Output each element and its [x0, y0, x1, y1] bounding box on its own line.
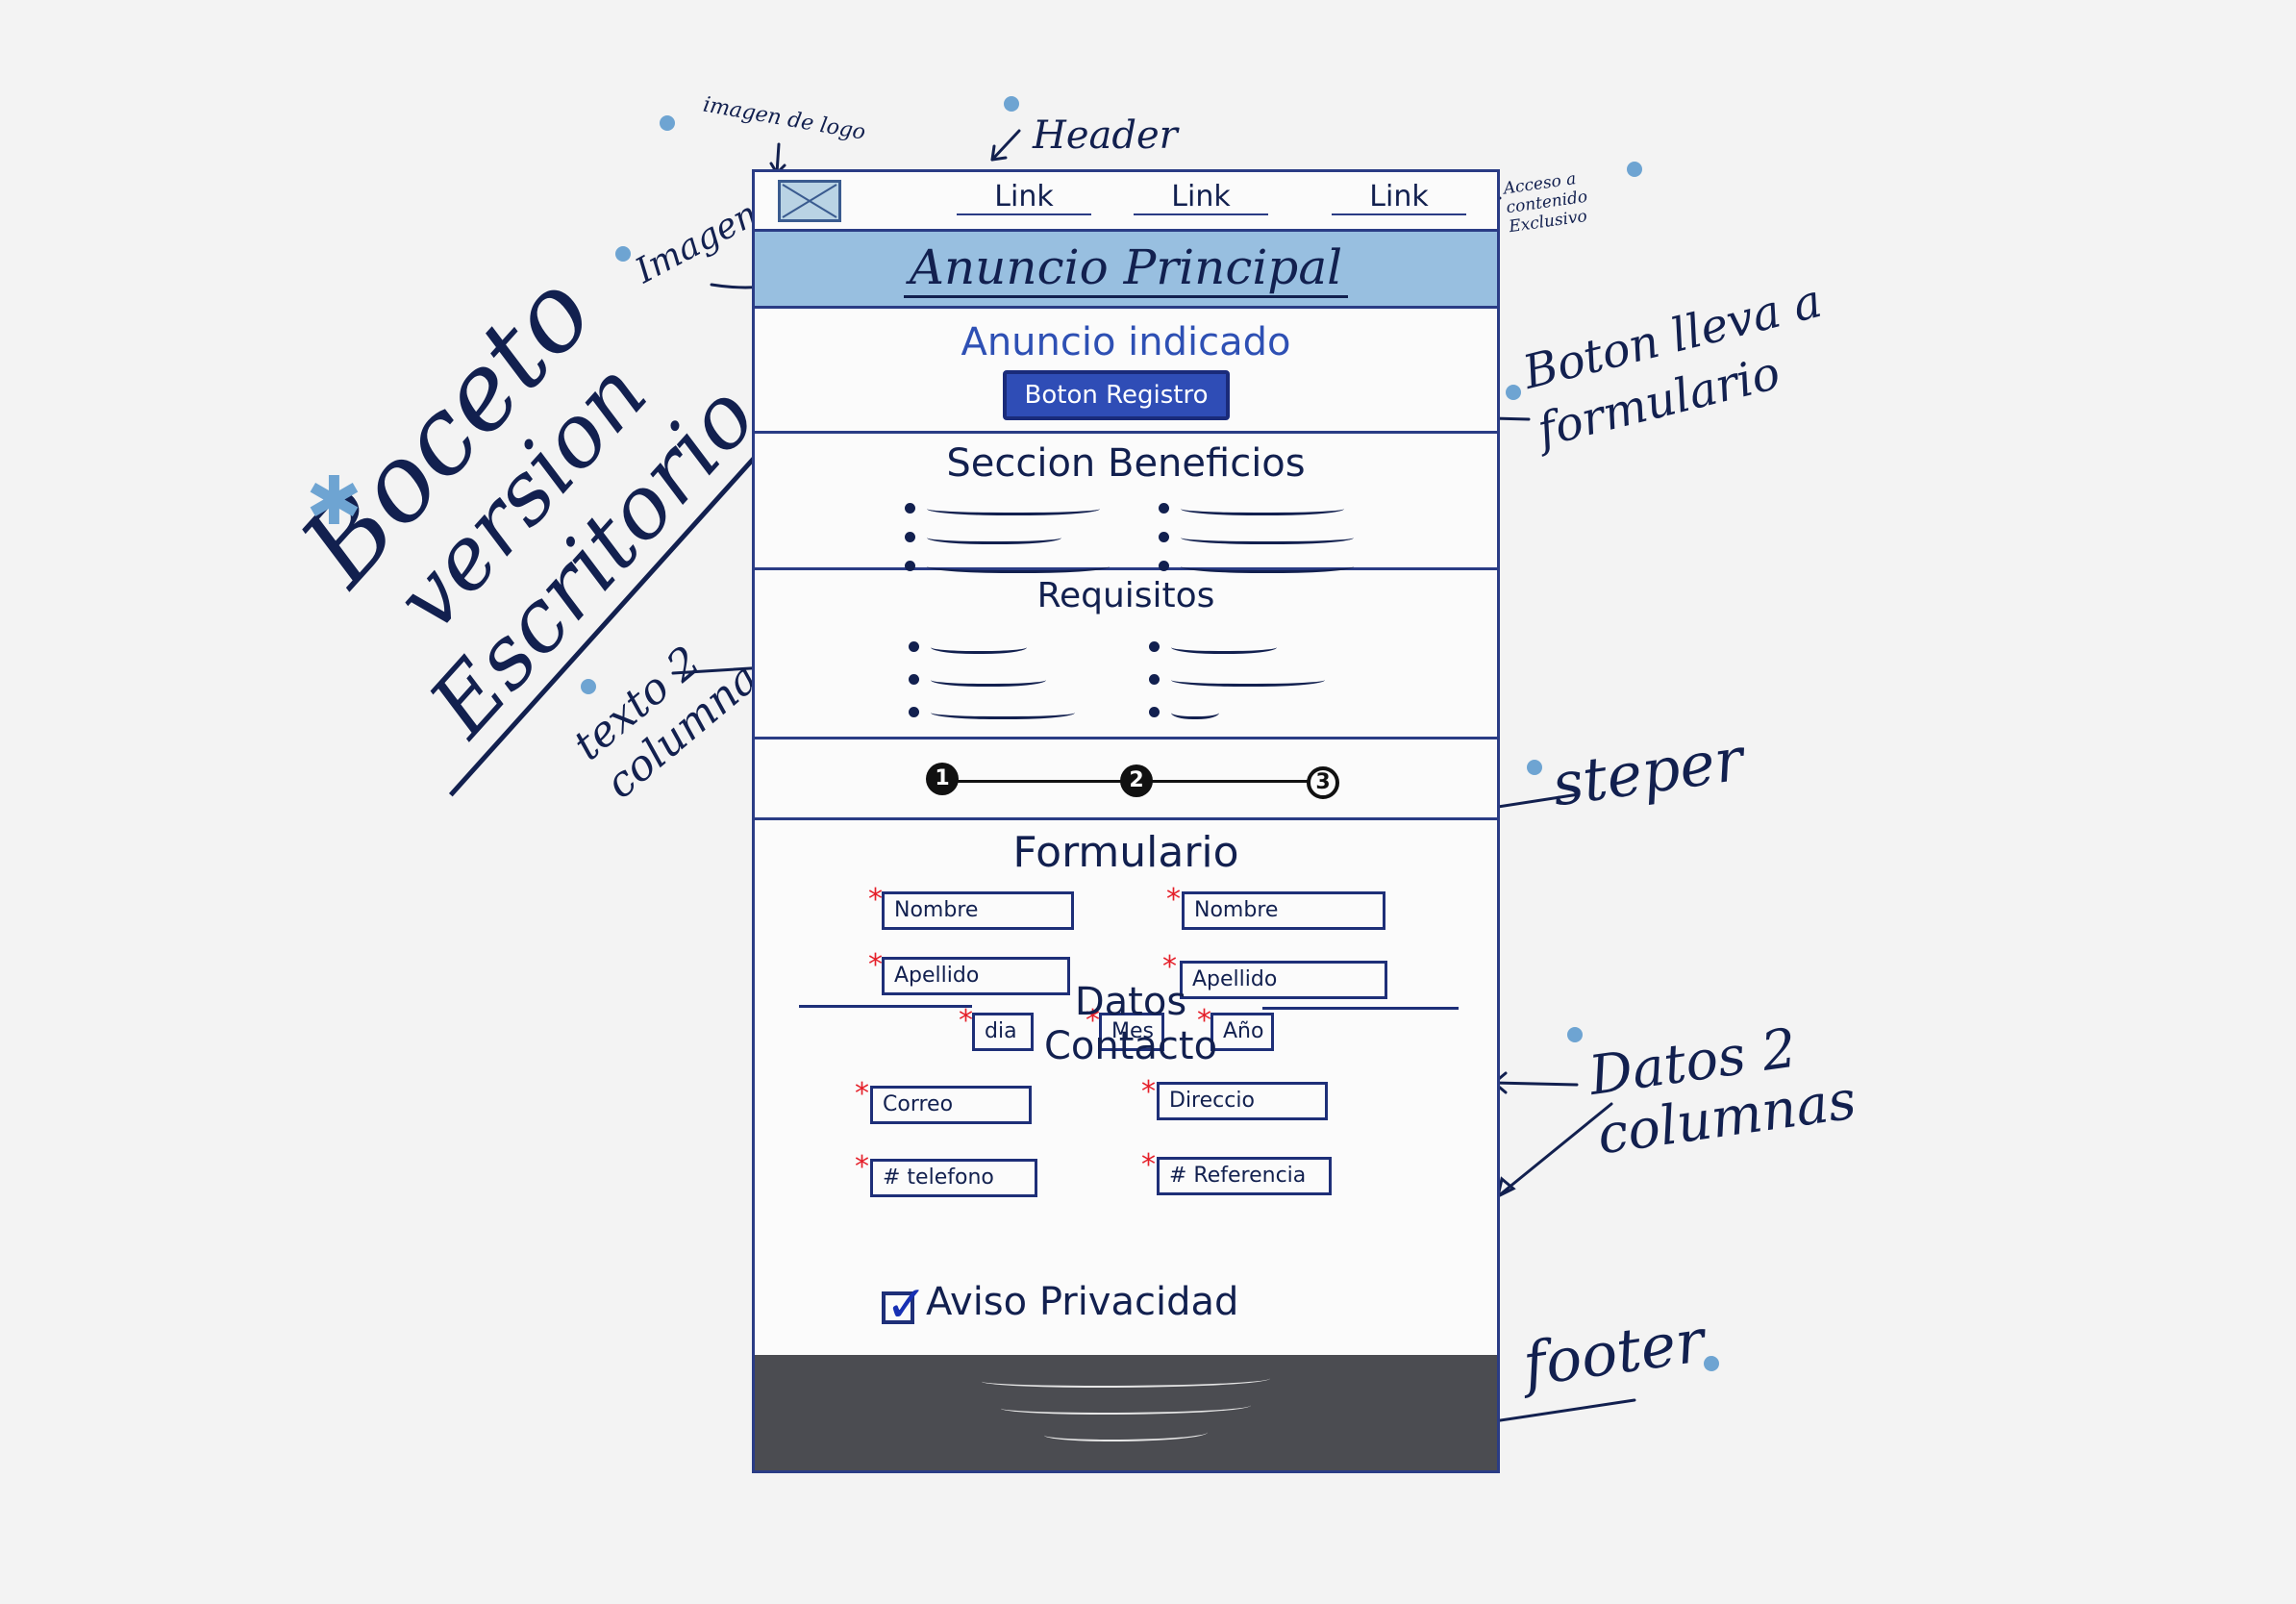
nav-link-1[interactable]: Link [957, 180, 1091, 215]
desktop-wireframe: Link Link Link Anuncio Principal Anuncio… [752, 169, 1500, 1473]
list-item [905, 522, 1110, 551]
privacy-label: Aviso Privacidad [926, 1280, 1239, 1324]
list-item [1159, 522, 1354, 551]
telefono-field[interactable]: # telefono [870, 1159, 1037, 1197]
nav-link-2[interactable]: Link [1134, 180, 1268, 215]
cta-section: Anuncio indicado Boton Registro [755, 309, 1497, 434]
step-3[interactable]: 3 [1307, 766, 1339, 799]
requirements-section: Requisitos [755, 570, 1497, 739]
cta-text: Anuncio indicado [961, 320, 1291, 364]
logo-image-icon [778, 180, 841, 222]
footer-section [755, 1355, 1497, 1470]
step-2[interactable]: 2 [1120, 764, 1153, 797]
nav-link-3[interactable]: Link [1332, 180, 1466, 215]
direccion-field[interactable]: Direccio [1157, 1082, 1328, 1120]
list-item [1149, 663, 1325, 695]
contact-divider-right [1262, 1007, 1459, 1010]
required-mark: * [855, 1150, 869, 1184]
stepper-section: 1 2 3 [755, 739, 1497, 820]
benefits-section: Seccion Beneficios [755, 434, 1497, 573]
nombre-field-left[interactable]: Nombre [882, 891, 1074, 930]
list-item [909, 695, 1075, 728]
required-mark: * [868, 883, 883, 916]
benefits-column-right [1159, 493, 1354, 580]
required-mark: * [959, 1004, 973, 1038]
required-mark: * [868, 948, 883, 982]
benefits-column-left [905, 493, 1110, 580]
hero-title: Anuncio Principal [903, 239, 1349, 298]
footer-text [755, 1372, 1497, 1453]
form-title: Formulario [1012, 828, 1239, 877]
required-mark: * [1166, 883, 1181, 916]
required-mark: * [855, 1077, 869, 1111]
required-mark: * [1141, 1075, 1156, 1109]
list-item [1149, 630, 1325, 663]
list-item [1159, 493, 1354, 522]
contact-divider-left [799, 1005, 972, 1008]
header-section: Link Link Link [755, 172, 1497, 232]
requirements-column-right [1149, 630, 1325, 728]
list-item [909, 630, 1075, 663]
list-item [1149, 695, 1325, 728]
correo-field[interactable]: Correo [870, 1086, 1032, 1124]
step-1[interactable]: 1 [926, 763, 959, 795]
list-item [905, 493, 1110, 522]
required-mark: * [1162, 950, 1177, 984]
list-item [909, 663, 1075, 695]
requirements-column-left [909, 630, 1075, 728]
registration-form: Formulario * Nombre * Nombre * Apellido … [755, 820, 1497, 1355]
register-button[interactable]: Boton Registro [1003, 370, 1230, 420]
contact-title: Datos Contacto [1043, 980, 1218, 1068]
referencia-field[interactable]: # Referencia [1157, 1157, 1332, 1195]
hero-banner: Anuncio Principal [755, 232, 1497, 309]
requirements-title: Requisitos [1036, 576, 1215, 615]
nombre-field-right[interactable]: Nombre [1182, 891, 1385, 930]
required-mark: * [1141, 1148, 1156, 1182]
checkmark-icon: ✓ [886, 1276, 928, 1334]
benefits-title: Seccion Beneficios [946, 441, 1306, 486]
